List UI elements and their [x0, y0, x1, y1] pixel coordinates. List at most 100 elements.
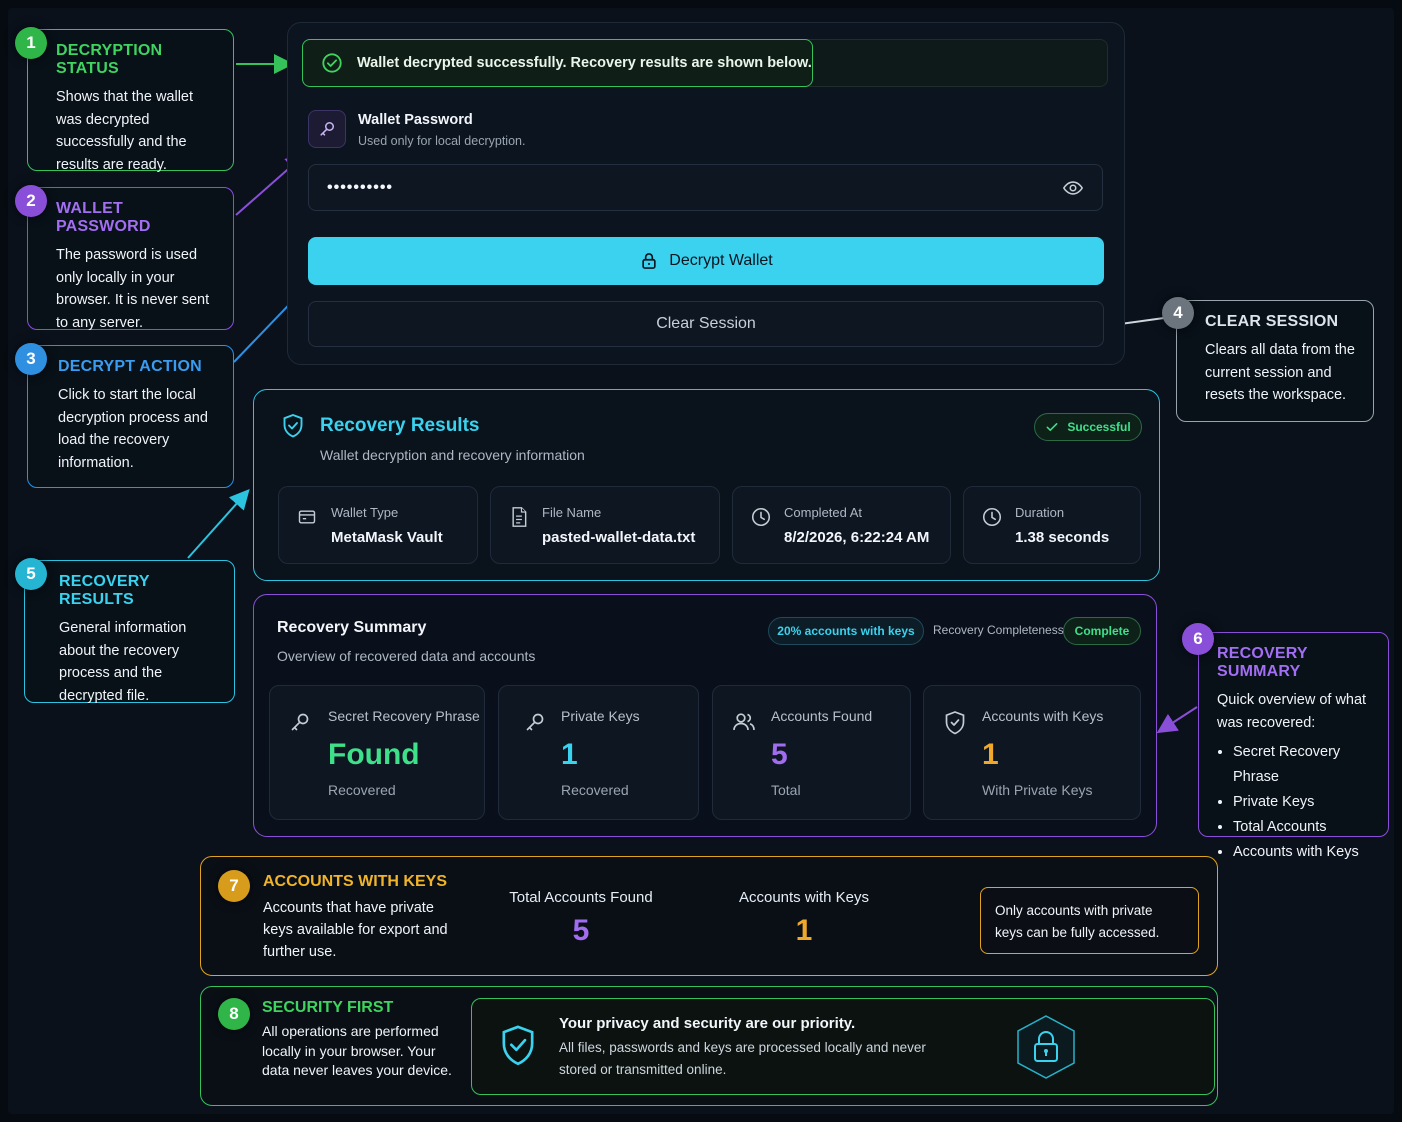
step-badge-7: 7 — [218, 870, 250, 902]
completeness-label: Recovery Completeness: — [933, 623, 1068, 637]
stat-card-private-keys: Private Keys 1 Recovered — [498, 685, 699, 820]
callout-title: DECRYPTION STATUS — [56, 42, 163, 77]
stat-value: 1 — [561, 738, 578, 771]
clear-session-label: Clear Session — [656, 315, 756, 332]
callout-body: All operations are performed locally in … — [262, 1023, 452, 1078]
completeness-badge: Complete — [1063, 617, 1141, 645]
key-icon — [291, 713, 309, 731]
callout-body: Accounts that have private keys availabl… — [263, 900, 448, 960]
list-item: Secret Recovery Phrase — [1233, 740, 1374, 790]
callout-decrypt-action: DECRYPT ACTION Click to start the local … — [27, 345, 234, 488]
callout-body: General information about the recovery p… — [59, 620, 187, 704]
file-icon — [512, 507, 527, 527]
check-icon — [1046, 423, 1058, 431]
tile-label: File Name — [542, 505, 602, 520]
callout-body: Quick overview of what was recovered: — [1217, 692, 1367, 731]
password-value: •••••••••• — [327, 178, 394, 196]
stat-card-accounts-with-keys: Accounts with Keys 1 With Private Keys — [923, 685, 1141, 820]
clock-icon — [982, 507, 1002, 527]
callout-title: WALLET PASSWORD — [56, 200, 151, 235]
results-title: Recovery Results — [320, 415, 480, 436]
stat-label: Accounts Found — [771, 708, 873, 724]
flow-keys-value: 1 — [795, 914, 813, 947]
callout-recovery-summary: RECOVERY SUMMARY Quick overview of what … — [1198, 632, 1389, 860]
step-badge-1: 1 — [15, 27, 47, 59]
callout-title: DECRYPT ACTION — [58, 358, 202, 375]
step-badge-3: 3 — [15, 343, 47, 375]
stat-label: Accounts with Keys — [982, 708, 1104, 724]
shield-check-icon — [502, 1025, 534, 1066]
tile-value: MetaMask Vault — [331, 529, 443, 546]
list-item: Total Accounts — [1233, 815, 1374, 840]
callout-title: CLEAR SESSION — [1205, 313, 1339, 330]
tile-label: Duration — [1015, 505, 1065, 520]
decrypt-wallet-button[interactable]: Decrypt Wallet — [308, 237, 1104, 285]
results-subtitle: Wallet decryption and recovery informati… — [320, 447, 585, 463]
list-item: Private Keys — [1233, 790, 1374, 815]
step-badge-4: 4 — [1162, 297, 1194, 329]
clock-icon — [751, 507, 771, 527]
callout-title: RECOVERY RESULTS — [59, 573, 150, 608]
callout-clear-session: CLEAR SESSION Clears all data from the c… — [1176, 300, 1374, 422]
stat-card-secret-phrase: Secret Recovery Phrase Found Recovered — [269, 685, 485, 820]
flow-total-value: 5 — [572, 914, 590, 947]
step-badge-6: 6 — [1182, 623, 1214, 655]
callout-title: SECURITY FIRST — [262, 999, 394, 1016]
password-label: Wallet Password — [358, 112, 473, 128]
banner-title: Your privacy and security are our priori… — [559, 1015, 856, 1032]
decrypt-wallet-label: Decrypt Wallet — [669, 252, 773, 269]
summary-subtitle: Overview of recovered data and accounts — [277, 648, 536, 664]
wallet-icon — [298, 510, 316, 524]
stat-sub: With Private Keys — [982, 782, 1093, 798]
info-tile-completed-at: Completed At 8/2/2026, 6:22:24 AM — [732, 486, 951, 564]
tile-label: Wallet Type — [331, 505, 399, 520]
users-icon — [733, 713, 755, 731]
shield-check-icon — [283, 413, 303, 438]
success-status-banner: Wallet decrypted successfully. Recovery … — [302, 39, 813, 87]
key-icon — [526, 713, 544, 731]
callout-body: The password is used only locally in you… — [56, 247, 210, 331]
stat-label: Private Keys — [561, 708, 640, 724]
callout-body: Shows that the wallet was decrypted succ… — [56, 89, 194, 173]
callout-wallet-password: WALLET PASSWORD The password is used onl… — [27, 187, 234, 331]
status-badge: Successful — [1034, 413, 1142, 441]
callout-body: Click to start the local decryption proc… — [58, 387, 208, 471]
eye-icon[interactable] — [1062, 177, 1084, 199]
clear-session-button[interactable]: Clear Session — [308, 301, 1104, 347]
stat-label: Secret Recovery Phrase — [328, 708, 480, 724]
stat-value: Found — [328, 738, 420, 771]
privacy-banner: Your privacy and security are our priori… — [471, 998, 1215, 1095]
tile-value: 1.38 seconds — [1015, 529, 1110, 546]
stat-value: 5 — [771, 738, 788, 771]
tile-value: pasted-wallet-data.txt — [542, 529, 696, 546]
password-hint: Used only for local decryption. — [358, 134, 526, 148]
tile-label: Completed At — [784, 505, 863, 520]
banner-body: All files, passwords and keys are proces… — [559, 1040, 926, 1077]
lock-icon — [642, 253, 656, 269]
stat-sub: Recovered — [561, 782, 629, 798]
info-tile-wallet-type: Wallet Type MetaMask Vault — [278, 486, 478, 564]
callout-list: Secret Recovery Phrase Private Keys Tota… — [1217, 740, 1374, 865]
password-icon-box — [308, 110, 346, 148]
step-badge-5: 5 — [15, 558, 47, 590]
callout-decryption-status: DECRYPTION STATUS Shows that the wallet … — [27, 29, 234, 173]
status-badge-label: Successful — [1067, 420, 1131, 434]
step-badge-2: 2 — [15, 185, 47, 217]
stat-value: 1 — [982, 738, 999, 771]
step-badge-8: 8 — [218, 998, 250, 1030]
keys-note: Only accounts with private keys can be f… — [980, 887, 1199, 954]
callout-title: ACCOUNTS WITH KEYS — [263, 873, 447, 890]
shield-check-icon — [945, 711, 965, 735]
callout-title: RECOVERY SUMMARY — [1217, 645, 1308, 680]
stat-sub: Recovered — [328, 782, 396, 798]
info-tile-duration: Duration 1.38 seconds — [963, 486, 1141, 564]
keys-percentage-badge: 20% accounts with keys — [768, 617, 924, 645]
summary-title: Recovery Summary — [277, 619, 427, 636]
hex-lock-icon — [1017, 1015, 1075, 1079]
flow-total-label: Total Accounts Found — [509, 889, 653, 906]
key-icon — [320, 122, 334, 136]
password-input[interactable]: •••••••••• — [308, 164, 1103, 211]
stat-card-accounts-found: Accounts Found 5 Total — [712, 685, 911, 820]
tile-value: 8/2/2026, 6:22:24 AM — [784, 529, 930, 546]
info-tile-file-name: File Name pasted-wallet-data.txt — [490, 486, 720, 564]
